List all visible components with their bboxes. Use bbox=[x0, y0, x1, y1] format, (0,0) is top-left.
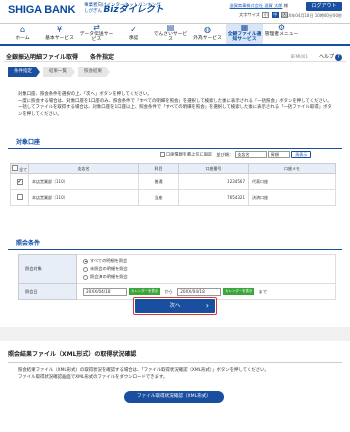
select-all-checkbox[interactable] bbox=[11, 164, 18, 171]
subject-cell: 当座 bbox=[138, 189, 179, 206]
file-icon: ▦ bbox=[240, 23, 249, 32]
file-status-check-button[interactable]: ファイル取得状況確認（XML形式） bbox=[124, 391, 224, 403]
char-size-label: 文字サイズ bbox=[239, 12, 260, 17]
table-row[interactable]: 本店営業部（110） 当座 7654321 決済口座 bbox=[10, 189, 336, 206]
row-checkbox-cell[interactable] bbox=[10, 189, 29, 206]
xml-status-title: 照会結果ファイル（XML形式）の取得状況確認 bbox=[8, 349, 342, 363]
conditions-table: 照会対象 すべての明細を照会 未照会の明細を照会 照会済の明細を照会 照会日 2… bbox=[18, 254, 336, 300]
home-icon: ⌂ bbox=[19, 25, 26, 34]
calendar-to-button[interactable]: カレンダーを表示 bbox=[223, 288, 255, 295]
user-name[interactable]: 滋賀商事株式会社 滋賀 太郎 bbox=[230, 3, 283, 8]
yen-icon: ¥ bbox=[56, 25, 63, 34]
sort-order-select[interactable]: 昇順 bbox=[267, 151, 290, 158]
row-checkbox[interactable] bbox=[16, 194, 23, 200]
col-memo: 口座メモ bbox=[248, 163, 336, 174]
radio-unread[interactable] bbox=[83, 266, 88, 272]
date-from-input[interactable]: 20XX/04/18 bbox=[83, 287, 127, 296]
tagline-brand-prefix: しがぎん bbox=[84, 9, 102, 14]
number-cell: 1234567 bbox=[178, 173, 249, 190]
nav-zengin-file[interactable]: ▦ 全銀ファイル通知サービス bbox=[226, 24, 263, 44]
header: SHIGA BANK 事業者向けインターネットバンキング しがぎん Bizダイレ… bbox=[0, 0, 350, 24]
next-button-focus-ring: 次へ bbox=[133, 297, 217, 315]
step-result-list: 結果一覧 bbox=[43, 67, 75, 77]
nav-admin[interactable]: ⚙ 管理者メニュー bbox=[263, 24, 300, 44]
date-from-sep: から bbox=[164, 288, 173, 294]
instruction-3: 一括してファイルを取得する場合は、対象口座を1口座以上、照会条件で「すべての明細… bbox=[18, 105, 332, 117]
option-unread[interactable]: 未照会の明細を照会 bbox=[83, 265, 329, 273]
next-button[interactable]: 次へ bbox=[135, 299, 215, 313]
table-header-row: 全て 支店名 科目 口座番号 口座メモ bbox=[10, 163, 336, 174]
pin-account-label: 口座情報を最上位に固定 bbox=[166, 151, 213, 157]
nav-data-transfer[interactable]: ⇄ データ伝送サービス bbox=[78, 24, 115, 44]
radio-all[interactable] bbox=[83, 258, 88, 264]
target-options: すべての明細を照会 未照会の明細を照会 照会済の明細を照会 bbox=[76, 254, 336, 284]
logout-button[interactable]: ログアウト bbox=[306, 2, 342, 11]
target-row: 照会対象 すべての明細を照会 未照会の明細を照会 照会済の明細を照会 bbox=[18, 254, 336, 284]
sort-label: 並び順： bbox=[216, 151, 234, 157]
nav-forex[interactable]: ◍ 外為サービス bbox=[189, 24, 226, 44]
xml-status-text-2: ファイル取得状況確認画面でXML形式のファイルをダウンロードできます。 bbox=[18, 374, 168, 380]
page-title-bar: 全銀振込明細ファイル取得 条件指定 BFMI001 ヘルプ? bbox=[4, 50, 346, 62]
global-nav: ⌂ ホーム ¥ 基本サービス ⇄ データ伝送サービス ✓ 承認 ▤ でんさいサービス ◍ 外… bbox=[0, 24, 350, 46]
option-read[interactable]: 照会済の明細を照会 bbox=[83, 273, 329, 281]
calendar-from-button[interactable]: カレンダーを表示 bbox=[129, 288, 161, 295]
char-size-small[interactable]: 小 bbox=[262, 12, 270, 18]
subject-cell: 普通 bbox=[138, 173, 179, 190]
conditions-section-title: 照会条件 bbox=[8, 238, 342, 250]
page-code: BFMI001 bbox=[290, 54, 308, 59]
approve-icon: ✓ bbox=[130, 25, 137, 34]
admin-icon: ⚙ bbox=[277, 23, 286, 32]
bank-tagline: 事業者向けインターネットバンキング しがぎん Bizダイレクト bbox=[84, 3, 164, 15]
memo-cell: 代表口座 bbox=[248, 173, 336, 190]
nav-basic-service[interactable]: ¥ 基本サービス bbox=[41, 24, 78, 44]
date-label: 照会日 bbox=[18, 283, 77, 300]
memo-cell: 決済口座 bbox=[248, 189, 336, 206]
instruction-1: 対象口座、照会条件を選択の上、「次へ」ボタンを押してください。 bbox=[18, 92, 152, 97]
xml-status-text-1: 照会結果ファイル（XML形式）の取得状況を確認する場合は、「ファイル取得状況確認… bbox=[18, 368, 269, 373]
user-area: 滋賀商事株式会社 滋賀 太郎 様 bbox=[230, 3, 288, 9]
table-controls: 口座情報を最上位に固定 並び順： 支店名 昇順 再表示 bbox=[160, 151, 335, 161]
col-branch: 支店名 bbox=[28, 163, 139, 174]
redisplay-button[interactable]: 再表示 bbox=[291, 151, 312, 158]
transfer-icon: ⇄ bbox=[93, 23, 100, 32]
branch-cell: 本店営業部（110） bbox=[28, 189, 139, 206]
user-suffix: 様 bbox=[283, 3, 288, 8]
step-inquiry-result: 照会結果 bbox=[78, 67, 110, 77]
date-to-sep: まで bbox=[258, 288, 268, 294]
radio-read[interactable] bbox=[83, 274, 88, 280]
help-link[interactable]: ヘルプ? bbox=[319, 53, 342, 61]
branch-cell: 本店営業部（110） bbox=[28, 173, 139, 190]
row-checkbox[interactable]: ✔ bbox=[16, 178, 23, 185]
clock: 20XX年04月18日 10時00分00秒 bbox=[280, 13, 342, 18]
step-indicator: 条件指定 結果一覧 照会結果 bbox=[8, 67, 113, 77]
section-divider bbox=[0, 327, 350, 341]
nav-home[interactable]: ⌂ ホーム bbox=[4, 24, 41, 44]
col-subject: 科目 bbox=[138, 163, 179, 174]
col-all[interactable]: 全て bbox=[10, 163, 29, 174]
xml-status-text: 照会結果ファイル（XML形式）の取得状況を確認する場合は、「ファイル取得状況確認… bbox=[18, 368, 338, 381]
instructions: 対象口座、照会条件を選択の上、「次へ」ボタンを押してください。 一度に照会する場… bbox=[18, 92, 336, 118]
nav-approve[interactable]: ✓ 承認 bbox=[115, 24, 152, 44]
sort-select[interactable]: 支店名 bbox=[234, 151, 267, 158]
col-number: 口座番号 bbox=[178, 163, 249, 174]
pin-account-checkbox[interactable] bbox=[160, 152, 165, 157]
row-checkbox-cell[interactable]: ✔ bbox=[10, 173, 29, 190]
step-condition: 条件指定 bbox=[8, 67, 40, 77]
target-label: 照会対象 bbox=[18, 254, 77, 284]
document-icon: ▤ bbox=[166, 23, 175, 32]
globe-icon: ◍ bbox=[204, 25, 211, 34]
date-to-input[interactable]: 20XX/04/18 bbox=[177, 287, 222, 296]
accounts-section-title: 対象口座 bbox=[8, 137, 342, 149]
help-icon: ? bbox=[335, 54, 342, 61]
nav-densai[interactable]: ▤ でんさいサービス bbox=[152, 24, 189, 44]
char-size-medium[interactable]: 中 bbox=[271, 12, 279, 18]
tagline-brand: Bizダイレクト bbox=[103, 5, 164, 15]
page-title: 全銀振込明細ファイル取得 条件指定 bbox=[6, 54, 115, 61]
number-cell: 7654321 bbox=[178, 189, 249, 206]
option-all[interactable]: すべての明細を照会 bbox=[83, 257, 329, 265]
accounts-table: 全て 支店名 科目 口座番号 口座メモ ✔ 本店営業部（110） 普通 1234… bbox=[10, 163, 336, 206]
bank-logo[interactable]: SHIGA BANK bbox=[8, 4, 75, 16]
table-row[interactable]: ✔ 本店営業部（110） 普通 1234567 代表口座 bbox=[10, 173, 336, 190]
